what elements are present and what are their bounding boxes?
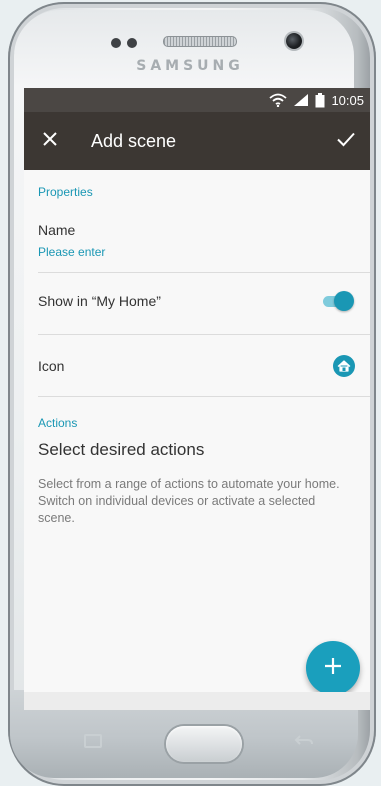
add-action-button[interactable]	[306, 641, 360, 695]
divider	[38, 272, 370, 273]
battery-icon	[315, 92, 325, 108]
home-button[interactable]	[166, 726, 242, 762]
app-screen: 10:05 Add scene Properties Name Please e…	[24, 88, 370, 710]
status-time: 10:05	[331, 92, 364, 108]
signal-icon	[293, 93, 309, 107]
wifi-icon	[269, 93, 288, 107]
front-camera	[286, 33, 302, 49]
sensor-dot	[127, 38, 137, 48]
show-in-home-toggle[interactable]	[321, 290, 355, 312]
divider	[38, 334, 370, 335]
actions-title: Select desired actions	[38, 440, 205, 459]
sensor-dot	[111, 38, 121, 48]
page-title: Add scene	[91, 131, 177, 151]
check-icon[interactable]	[334, 127, 358, 151]
show-in-home-label: Show in “My Home”	[38, 293, 161, 309]
recent-apps-icon[interactable]	[84, 734, 102, 753]
plus-icon	[322, 655, 344, 682]
name-label: Name	[38, 222, 76, 238]
close-icon[interactable]	[38, 127, 62, 151]
icon-label: Icon	[38, 358, 65, 374]
brand-logo: SAMSUNG	[136, 58, 244, 74]
home-icon[interactable]	[332, 354, 356, 378]
divider	[38, 396, 370, 397]
earpiece-speaker	[163, 36, 237, 47]
toggle-knob	[334, 291, 354, 311]
app-bar: Add scene	[24, 112, 370, 170]
status-bar: 10:05	[24, 88, 370, 112]
properties-heading: Properties	[38, 185, 93, 199]
actions-heading: Actions	[38, 416, 78, 430]
screen-bottom-bar	[24, 692, 370, 710]
actions-description: Select from a range of actions to automa…	[38, 477, 340, 525]
name-input[interactable]: Please enter	[38, 245, 105, 259]
back-icon[interactable]	[294, 734, 314, 753]
